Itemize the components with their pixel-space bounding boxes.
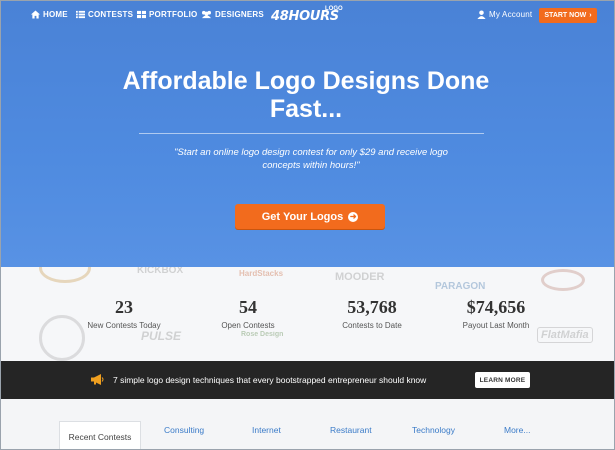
tab-consulting[interactable]: Consulting xyxy=(164,425,204,435)
hero-section: HOME CONTESTS PORTFOLIO DESIGNERS 48HOUR… xyxy=(1,1,614,267)
tab-more[interactable]: More... xyxy=(504,425,530,435)
site-logo[interactable]: 48HOURS LOGO xyxy=(271,5,346,25)
hero-subtitle: "Start an online logo design contest for… xyxy=(174,147,448,171)
nav-item-home[interactable]: HOME xyxy=(31,10,68,19)
start-now-button[interactable]: START NOW › xyxy=(539,8,597,23)
stat-label: Payout Last Month xyxy=(462,321,530,330)
list-icon xyxy=(76,10,85,19)
chevron-right-icon: › xyxy=(589,12,592,19)
ghost-logo-paragon: PARAGON xyxy=(435,281,486,292)
tab-restaurant[interactable]: Restaurant xyxy=(330,425,372,435)
start-now-label: START NOW xyxy=(544,12,587,19)
tab-recent-contests[interactable]: Recent Contests xyxy=(59,421,141,449)
my-account-link[interactable]: My Account xyxy=(477,10,532,19)
user-icon xyxy=(477,10,486,19)
nav-item-contests[interactable]: CONTESTS xyxy=(76,10,133,19)
page-frame: HOME CONTESTS PORTFOLIO DESIGNERS 48HOUR… xyxy=(0,0,615,450)
nav-portfolio-label: PORTFOLIO xyxy=(149,10,198,19)
get-your-logos-button[interactable]: Get Your Logos ➜ xyxy=(235,204,385,229)
stat-open-contests: 54 Open Contests xyxy=(188,297,308,330)
tab-technology[interactable]: Technology xyxy=(412,425,455,435)
logo-subtext: LOGO xyxy=(325,6,343,12)
top-navigation: HOME CONTESTS PORTFOLIO DESIGNERS 48HOUR… xyxy=(1,1,614,29)
stat-label: Contests to Date xyxy=(342,321,402,330)
ghost-logo-hardstacks: HardStacks xyxy=(239,269,284,278)
ghost-logo-rose-design: Rose Design xyxy=(241,331,284,338)
cta-label: Get Your Logos xyxy=(261,210,344,223)
stat-value: $74,656 xyxy=(466,297,526,317)
nav-contests-label: CONTESTS xyxy=(88,10,134,19)
ghost-logo-kickbox: KICKBOX xyxy=(137,267,184,276)
my-account-label: My Account xyxy=(489,10,533,19)
nav-item-designers[interactable]: DESIGNERS xyxy=(201,10,264,19)
nav-designers-label: DESIGNERS xyxy=(215,10,264,19)
stat-value: 23 xyxy=(115,297,133,317)
arrow-circle-right-icon: ➜ xyxy=(348,211,359,222)
stat-label: New Contests Today xyxy=(87,321,161,330)
learn-more-button[interactable]: LEARN MORE xyxy=(475,372,530,388)
tab-internet[interactable]: Internet xyxy=(252,425,281,435)
hero-title: Affordable Logo Designs Done Fast... xyxy=(122,67,490,123)
ghost-logo-badge xyxy=(39,267,91,283)
megaphone-icon xyxy=(91,374,104,385)
stat-contests-to-date: 53,768 Contests to Date xyxy=(312,297,432,330)
stat-label: Open Contests xyxy=(221,321,275,330)
stat-new-contests: 23 New Contests Today xyxy=(64,297,184,330)
hero-divider xyxy=(139,133,484,134)
users-icon xyxy=(202,10,211,19)
contest-tabs: Recent Contests Consulting Internet Rest… xyxy=(1,399,614,449)
ghost-logo-pizza xyxy=(541,269,585,291)
grid-icon xyxy=(137,10,146,19)
ghost-logo-mooder: MOODER xyxy=(335,271,385,283)
nav-home-label: HOME xyxy=(43,10,68,19)
stats-section: KICKBOX HardStacks MOODER PARAGON PULSE … xyxy=(1,267,614,361)
home-icon xyxy=(31,10,40,19)
banner-text[interactable]: 7 simple logo design techniques that eve… xyxy=(113,375,426,385)
stat-value: 54 xyxy=(239,297,257,317)
stat-value: 53,768 xyxy=(347,297,397,317)
ghost-logo-pulse: PULSE xyxy=(141,329,182,343)
stat-payout: $74,656 Payout Last Month xyxy=(436,297,556,330)
nav-item-portfolio[interactable]: PORTFOLIO xyxy=(137,10,197,19)
